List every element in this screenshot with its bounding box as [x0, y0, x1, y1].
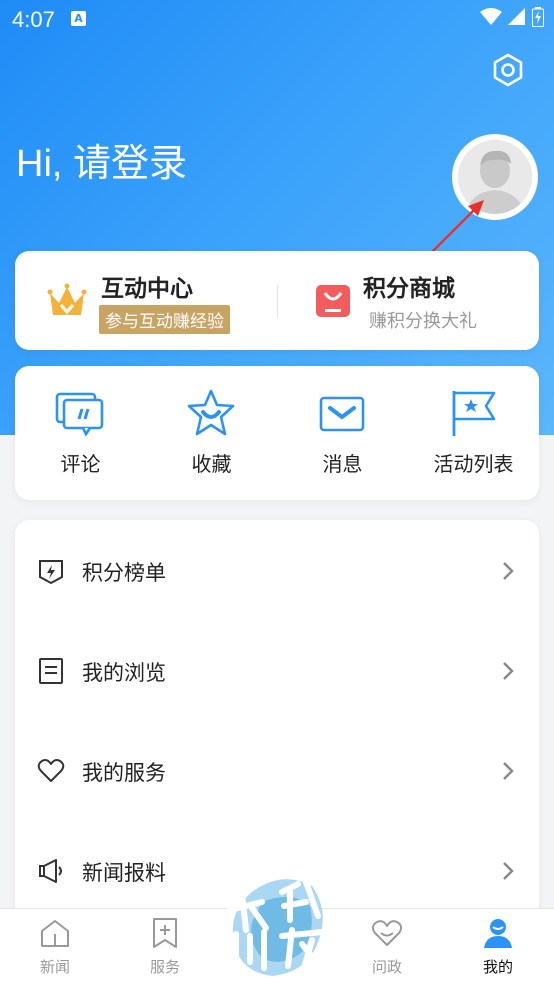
- menu-item-label: 积分榜单: [82, 561, 166, 585]
- login-prompt[interactable]: Hi, 请登录: [16, 132, 187, 187]
- home-icon: [41, 920, 69, 947]
- avatar[interactable]: [452, 134, 538, 220]
- menu-item-label: 我的浏览: [82, 661, 166, 685]
- chevron-right-icon: [503, 862, 514, 880]
- notification-icon: A: [71, 11, 86, 26]
- badge-icon: [39, 560, 63, 585]
- tab-inquiry[interactable]: 问政: [332, 909, 442, 984]
- menu-item-label: 我的服务: [82, 761, 166, 785]
- promo-card: 互动中心 参与互动赚经验 积分商城 赚积分换大礼: [15, 251, 539, 350]
- quick-action-label: 活动列表: [433, 452, 514, 476]
- chevron-right-icon: [503, 562, 514, 580]
- bookmark-plus-icon: [153, 918, 177, 948]
- heart-icon: [37, 759, 65, 782]
- heart-outline-icon: [371, 920, 403, 946]
- menu-item-points-ranking[interactable]: 积分榜单: [15, 520, 539, 620]
- menu-list: 积分榜单 我的浏览 我的服务 新闻报料: [15, 520, 539, 920]
- quick-action-comment[interactable]: 评论: [15, 366, 146, 500]
- quick-actions-card: 评论 收藏 消息 活动列表: [15, 366, 539, 500]
- tab-mine[interactable]: 我的: [443, 909, 553, 984]
- menu-item-browsing-history[interactable]: 我的浏览: [15, 620, 539, 720]
- quick-action-favorites[interactable]: 收藏: [146, 366, 277, 500]
- wifi-icon: [480, 8, 502, 25]
- tab-label: 服务: [149, 958, 180, 976]
- mail-icon: [319, 396, 365, 432]
- points-mall-subtitle: 赚积分换大礼: [369, 311, 477, 332]
- interaction-center-title: 互动中心: [101, 276, 193, 302]
- quick-action-messages[interactable]: 消息: [277, 366, 408, 500]
- document-icon: [39, 658, 63, 684]
- signal-icon: [508, 8, 525, 25]
- user-icon: [484, 919, 512, 948]
- quick-action-label: 评论: [60, 452, 101, 476]
- interaction-center-tag: 参与互动赚经验: [99, 305, 230, 334]
- quick-action-label: 消息: [322, 452, 363, 476]
- points-mall-title: 积分商城: [363, 276, 455, 302]
- megaphone-icon: [39, 859, 62, 883]
- tab-label: 问政: [371, 958, 402, 976]
- chevron-right-icon: [503, 662, 514, 680]
- flag-icon: [452, 391, 496, 436]
- status-time: 4:07: [12, 7, 55, 32]
- quick-action-label: 收藏: [191, 452, 232, 476]
- tab-label: 新闻: [39, 958, 70, 976]
- tab-news[interactable]: 新闻: [0, 909, 110, 984]
- default-user-icon: [458, 140, 532, 214]
- menu-item-my-services[interactable]: 我的服务: [15, 720, 539, 820]
- points-mall[interactable]: 积分商城 赚积分换大礼: [277, 251, 539, 350]
- quick-action-activities[interactable]: 活动列表: [408, 366, 539, 500]
- menu-item-label: 新闻报料: [82, 861, 166, 885]
- settings-gear-icon[interactable]: [490, 52, 526, 88]
- forum-watermark-logo: [227, 879, 325, 976]
- shopping-bag-icon: [316, 285, 350, 317]
- chevron-right-icon: [503, 762, 514, 780]
- tab-label: 我的: [482, 958, 513, 976]
- crown-icon: [47, 283, 87, 315]
- star-icon: [187, 389, 235, 436]
- interaction-center[interactable]: 互动中心 参与互动赚经验: [15, 251, 277, 350]
- battery-icon: [532, 7, 544, 27]
- tab-services[interactable]: 服务: [110, 909, 220, 984]
- status-bar: 4:07 A: [0, 0, 554, 38]
- comment-icon: [55, 392, 104, 437]
